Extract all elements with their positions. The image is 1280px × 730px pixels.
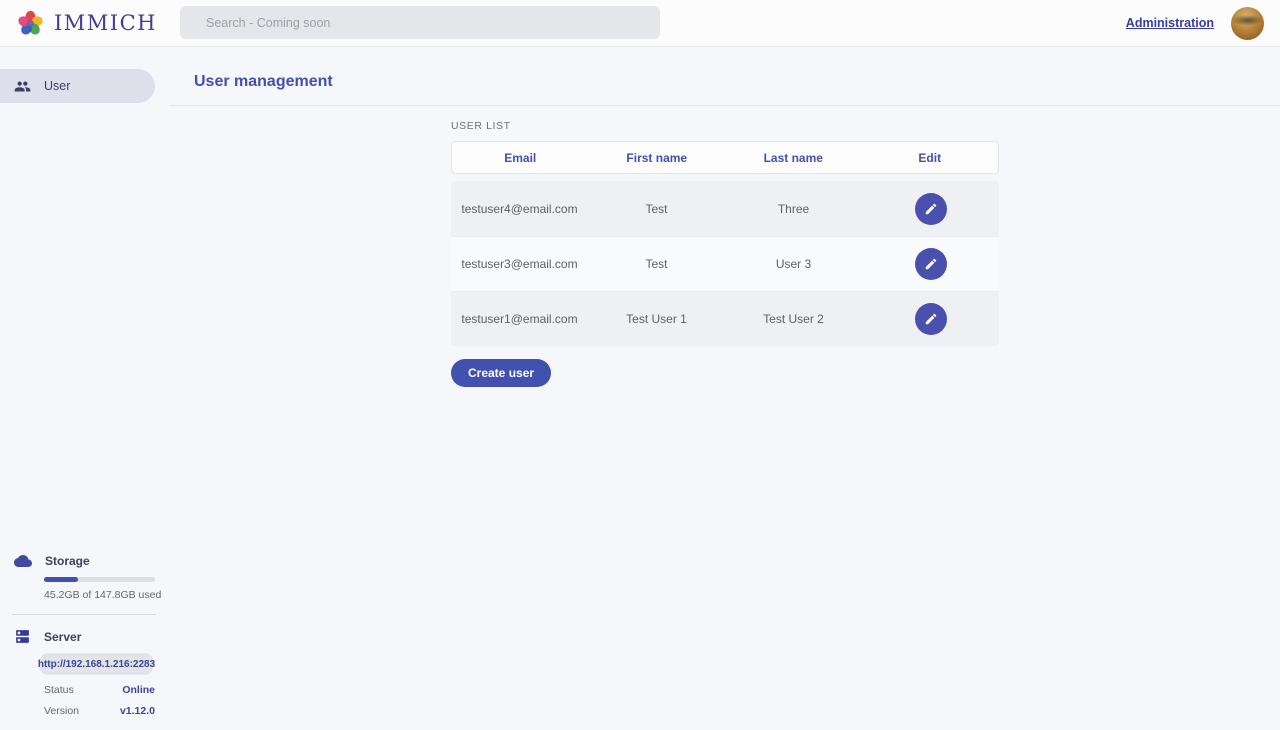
- cell-last-name: User 3: [725, 257, 862, 271]
- main-content: User management USER LIST Email First na…: [170, 47, 1280, 730]
- page-heading: User management: [170, 47, 1280, 106]
- cloud-icon: [14, 552, 32, 570]
- create-user-button[interactable]: Create user: [451, 359, 551, 387]
- sidebar-item-user[interactable]: User: [0, 69, 155, 103]
- version-value: v1.12.0: [120, 705, 155, 717]
- server-icon: [14, 628, 31, 645]
- pencil-icon: [924, 202, 938, 216]
- admin-sidebar: User Storage 45.2GB of 147.8GB used: [0, 47, 170, 730]
- pencil-icon: [924, 312, 938, 326]
- administration-link[interactable]: Administration: [1126, 16, 1214, 30]
- edit-user-button[interactable]: [915, 303, 947, 335]
- col-header-email: Email: [452, 151, 589, 165]
- table-row: testuser1@email.com Test User 1 Test Use…: [451, 291, 999, 346]
- user-table-header: Email First name Last name Edit: [451, 141, 999, 174]
- user-table-body: testuser4@email.com Test Three: [451, 181, 999, 346]
- cell-last-name: Three: [725, 202, 862, 216]
- sidebar-divider: [12, 614, 156, 615]
- users-icon: [14, 78, 31, 95]
- status-value: Online: [122, 684, 155, 696]
- cell-first-name: Test: [588, 202, 725, 216]
- cell-last-name: Test User 2: [725, 312, 862, 326]
- col-header-edit: Edit: [862, 151, 999, 165]
- sidebar-status-panel: Storage 45.2GB of 147.8GB used Server ht…: [0, 552, 170, 717]
- storage-progress-fill: [44, 577, 78, 582]
- cell-first-name: Test: [588, 257, 725, 271]
- edit-user-button[interactable]: [915, 193, 947, 225]
- user-list-section: USER LIST Email First name Last name Edi…: [451, 120, 999, 387]
- server-status-row: Status Online: [44, 684, 155, 696]
- cell-email: testuser3@email.com: [451, 257, 588, 271]
- server-version-row: Version v1.12.0: [44, 705, 155, 717]
- logo-wordmark: IMMICH: [54, 11, 157, 35]
- version-label: Version: [44, 705, 79, 717]
- col-header-first-name: First name: [589, 151, 726, 165]
- sidebar-item-user-label: User: [44, 79, 70, 93]
- search-input[interactable]: [180, 6, 660, 39]
- top-navbar: IMMICH Administration: [0, 0, 1280, 47]
- user-list-label: USER LIST: [451, 120, 999, 132]
- immich-logo[interactable]: IMMICH: [0, 9, 157, 38]
- table-row: testuser3@email.com Test User 3: [451, 236, 999, 291]
- col-header-last-name: Last name: [725, 151, 862, 165]
- storage-title: Storage: [45, 554, 90, 568]
- table-row: testuser4@email.com Test Three: [451, 181, 999, 236]
- immich-flower-icon: [16, 9, 45, 38]
- cell-email: testuser1@email.com: [451, 312, 588, 326]
- user-avatar[interactable]: [1231, 7, 1264, 40]
- pencil-icon: [924, 257, 938, 271]
- cell-first-name: Test User 1: [588, 312, 725, 326]
- storage-progress-bar: [44, 577, 155, 582]
- storage-usage-text: 45.2GB of 147.8GB used: [44, 589, 170, 601]
- cell-email: testuser4@email.com: [451, 202, 588, 216]
- server-url-badge: http://192.168.1.216:2283: [40, 653, 153, 675]
- status-label: Status: [44, 684, 74, 696]
- edit-user-button[interactable]: [915, 248, 947, 280]
- server-title: Server: [44, 630, 81, 644]
- page-title: User management: [194, 73, 333, 91]
